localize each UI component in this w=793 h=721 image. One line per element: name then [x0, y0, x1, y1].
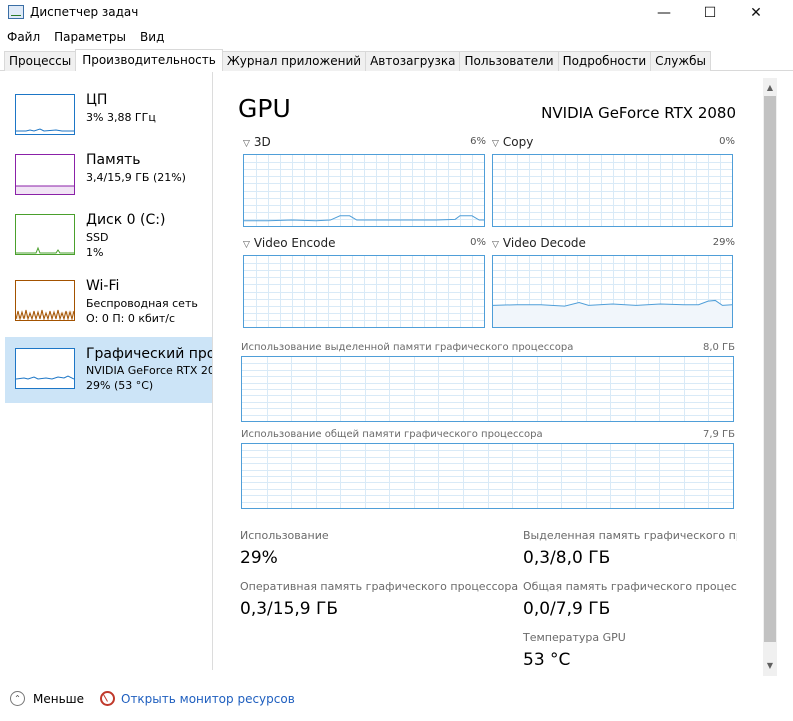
maximize-button[interactable]: ☐ [687, 0, 733, 26]
sidebar-wifi-type: Беспроводная сеть [86, 297, 198, 310]
engine-copy-label: Copy [502, 135, 534, 149]
title-bar: Диспетчер задач — ☐ ✕ [0, 0, 793, 26]
usage-label: Использование [240, 529, 329, 542]
task-manager-icon [8, 5, 24, 19]
engine-video-encode-percent: 0% [470, 237, 486, 248]
resource-monitor-icon [100, 691, 115, 706]
sidebar-disk-title: Диск 0 (C:) [86, 212, 166, 228]
sidebar-memory-usage: 3,4/15,9 ГБ (21%) [86, 171, 186, 184]
sidebar-disk-usage: 1% [86, 246, 104, 259]
chevron-up-icon: ⌃ [10, 691, 25, 706]
sidebar-gpu-title: Графический про [86, 346, 213, 362]
engine-video-decode-selector[interactable]: ▽ Video Decode [492, 236, 586, 250]
page-title: GPU [238, 94, 291, 123]
engine-video-encode-graph [243, 255, 485, 328]
tab-details[interactable]: Подробности [557, 51, 652, 71]
sidebar-item-gpu[interactable]: Графический про NVIDIA GeForce RTX 208 2… [5, 337, 213, 403]
gpu-memory-label: Оперативная память графического процессо… [240, 580, 519, 593]
tab-performance[interactable]: Производительность [75, 49, 223, 71]
engine-copy-graph [492, 154, 733, 227]
scrollbar-thumb[interactable] [764, 96, 776, 642]
sidebar-gpu-usage: 29% (53 °C) [86, 379, 154, 392]
gpu-temperature-value: 53 °C [523, 650, 571, 670]
engine-video-encode-selector[interactable]: ▽ Video Encode [243, 236, 335, 250]
menu-options[interactable]: Параметры [47, 28, 133, 46]
close-button[interactable]: ✕ [733, 0, 779, 26]
chevron-down-icon: ▽ [492, 240, 499, 250]
sidebar-item-wifi[interactable]: Wi-Fi Беспроводная сеть О: 0 П: 0 кбит/с [5, 268, 212, 334]
sidebar-cpu-usage: 3% 3,88 ГГц [86, 111, 156, 124]
sidebar-item-disk[interactable]: Диск 0 (C:) SSD 1% [5, 202, 212, 268]
engine-video-encode-label: Video Encode [253, 236, 336, 250]
gpu-device-name: NVIDIA GeForce RTX 2080 [541, 104, 736, 122]
usage-value: 29% [240, 548, 278, 568]
sidebar-wifi-title: Wi-Fi [86, 278, 120, 294]
dedicated-memory-max: 8,0 ГБ [702, 342, 735, 353]
fewer-details-label: Меньше [33, 691, 85, 706]
dedicated-memory-stat-label: Выделенная память графического про [523, 529, 737, 542]
open-resource-monitor-link[interactable]: Открыть монитор ресурсов [100, 691, 295, 706]
engine-3d-label: 3D [253, 135, 271, 149]
tab-users[interactable]: Пользователи [459, 51, 559, 71]
engine-3d-percent: 6% [470, 136, 486, 147]
engine-copy-selector[interactable]: ▽ Copy [492, 135, 533, 149]
engine-3d-graph [243, 154, 485, 227]
menu-file[interactable]: Файл [0, 28, 47, 46]
window-title: Диспетчер задач [30, 5, 139, 19]
sidebar-wifi-throughput: О: 0 П: 0 кбит/с [86, 312, 176, 325]
gpu-memory-value: 0,3/15,9 ГБ [240, 599, 339, 619]
minimize-button[interactable]: — [641, 0, 687, 26]
cpu-thumbnail-graph [15, 94, 75, 135]
dedicated-memory-stat-value: 0,3/8,0 ГБ [523, 548, 611, 568]
menu-bar: Файл Параметры Вид [0, 28, 171, 46]
tab-bar: Процессы Производительность Журнал прило… [0, 49, 793, 71]
open-resource-monitor-label: Открыть монитор ресурсов [121, 691, 295, 706]
sidebar-gpu-name: NVIDIA GeForce RTX 208 [86, 364, 213, 377]
scroll-up-icon[interactable]: ▲ [763, 80, 777, 96]
wifi-thumbnail-graph [15, 280, 75, 321]
resource-sidebar: ЦП 3% 3,88 ГГц Память 3,4/15,9 ГБ (21%) … [0, 72, 213, 670]
gpu-temperature-label: Температура GPU [523, 631, 626, 644]
engine-3d-selector[interactable]: ▽ 3D [243, 135, 271, 149]
sidebar-memory-title: Память [86, 152, 141, 168]
engine-video-decode-percent: 29% [712, 237, 735, 248]
sidebar-item-cpu[interactable]: ЦП 3% 3,88 ГГц [5, 82, 212, 148]
engine-video-decode-graph [492, 255, 733, 328]
tab-processes[interactable]: Процессы [4, 51, 77, 71]
engine-copy-percent: 0% [719, 136, 735, 147]
chevron-down-icon: ▽ [492, 139, 499, 149]
menu-view[interactable]: Вид [133, 28, 171, 46]
tab-app-history[interactable]: Журнал приложений [221, 51, 367, 71]
sidebar-disk-type: SSD [86, 231, 109, 244]
disk-thumbnail-graph [15, 214, 75, 255]
scroll-down-icon[interactable]: ▼ [763, 658, 777, 674]
vertical-scrollbar[interactable]: ▲ ▼ [763, 78, 777, 676]
sidebar-item-memory[interactable]: Память 3,4/15,9 ГБ (21%) [5, 142, 212, 208]
shared-memory-stat-label: Общая память графического процесс [523, 580, 737, 593]
chevron-down-icon: ▽ [243, 240, 250, 250]
shared-memory-label: Использование общей памяти графического … [241, 429, 543, 440]
gpu-thumbnail-graph [15, 348, 75, 389]
sidebar-cpu-title: ЦП [86, 92, 108, 108]
dedicated-memory-graph [241, 356, 734, 422]
footer: ⌃ Меньше Открыть монитор ресурсов [0, 686, 793, 712]
tab-services[interactable]: Службы [650, 51, 712, 71]
shared-memory-stat-value: 0,0/7,9 ГБ [523, 599, 611, 619]
tab-startup[interactable]: Автозагрузка [365, 51, 461, 71]
shared-memory-graph [241, 443, 734, 509]
memory-thumbnail-graph [15, 154, 75, 195]
fewer-details-button[interactable]: ⌃ Меньше [10, 691, 84, 706]
shared-memory-max: 7,9 ГБ [702, 429, 735, 440]
dedicated-memory-label: Использование выделенной памяти графичес… [241, 342, 574, 353]
chevron-down-icon: ▽ [243, 139, 250, 149]
engine-video-decode-label: Video Decode [502, 236, 586, 250]
